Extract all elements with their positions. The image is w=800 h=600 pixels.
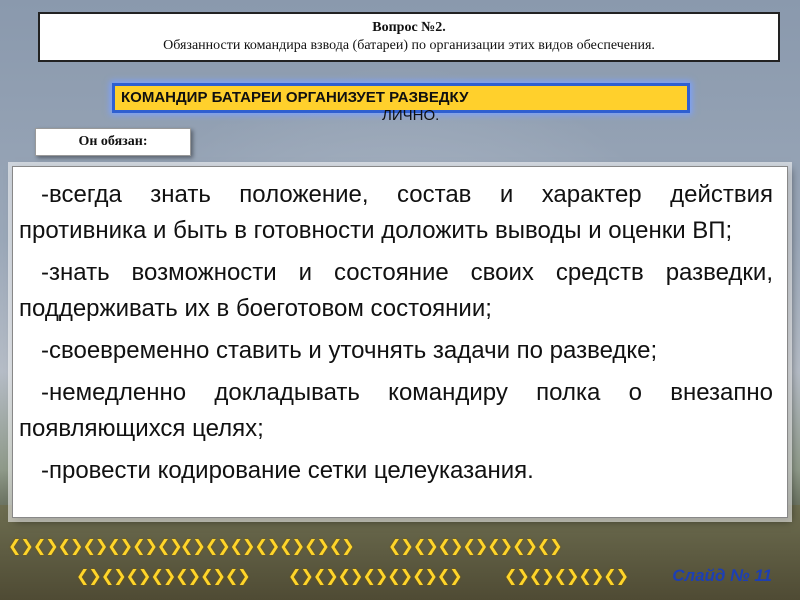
duties-panel: -всегда знать положение, состав и характ… — [12, 166, 788, 518]
duty-item: -провести кодирование сетки целеуказания… — [41, 457, 534, 484]
question-subtitle: Обязанности командира взвода (батареи) п… — [163, 38, 655, 53]
question-title: Вопрос №2. — [372, 20, 446, 35]
ornament-border-icon: ❮❯❮❯❮❯❮❯❮❯❮❯❮❯ — [288, 566, 463, 585]
duty-item: -знать возможности и состояние своих сре… — [19, 259, 773, 322]
duty-item: -немедленно докладывать командиру полка … — [19, 379, 773, 442]
ornament-border: ❮❯❮❯❮❯❮❯❮❯❮❯❮❯ ❮❯❮❯❮❯❮❯❮❯❮❯❮❯ ❮❯❮❯❮❯❮❯❮❯… — [0, 530, 800, 600]
ornament-border-icon: ❮❯❮❯❮❯❮❯❮❯❮❯❮❯ — [180, 536, 355, 555]
banner-text: КОМАНДИР БАТАРЕИ ОРГАНИЗУЕТ РАЗВЕДКУ — [121, 89, 469, 106]
banner-tail: ЛИЧНО. — [382, 107, 440, 124]
duty-item: -своевременно ставить и уточнять задачи … — [41, 337, 658, 364]
ornament-border-icon: ❮❯❮❯❮❯❮❯❮❯❮❯❮❯ — [388, 536, 563, 555]
title-box: Вопрос №2. Обязанности командира взвода … — [38, 12, 780, 62]
slide-number: Слайд № 11 — [672, 566, 772, 585]
duty-item: -всегда знать положение, состав и характ… — [19, 181, 773, 244]
ornament-border-icon: ❮❯❮❯❮❯❮❯❮❯❮❯❮❯ — [8, 536, 183, 555]
ornament-border-icon: ❮❯❮❯❮❯❮❯❮❯❮❯❮❯ — [76, 566, 251, 585]
ornament-border-icon: ❮❯❮❯❮❯❮❯❮❯ — [504, 566, 629, 585]
obliged-label: Он обязан: — [35, 128, 191, 156]
